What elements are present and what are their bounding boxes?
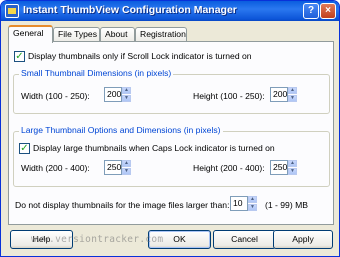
large-width-label: Width (200 - 400): (21, 163, 90, 173)
large-height-spinner[interactable]: 250 ▲ ▼ (270, 160, 297, 175)
max-size-spinner[interactable]: 10 ▲ ▼ (230, 196, 257, 211)
window-title: Instant ThumbView Configuration Manager (23, 4, 237, 16)
max-size-input[interactable]: 10 (230, 196, 248, 211)
small-width-down-arrow-icon[interactable]: ▼ (122, 95, 131, 102)
cancel-button[interactable]: Cancel (213, 230, 276, 249)
large-height-input[interactable]: 250 (270, 160, 288, 175)
small-height-down-arrow-icon[interactable]: ▼ (288, 95, 297, 102)
max-size-up-arrow-icon[interactable]: ▲ (248, 196, 257, 203)
general-panel: ✓ Display thumbnails only if Scroll Lock… (8, 41, 334, 225)
small-thumbnail-group-title: Small Thumbnail Dimensions (in pixels) (19, 68, 174, 78)
large-width-up-arrow-icon[interactable]: ▲ (122, 160, 131, 167)
config-window: Instant ThumbView Configuration Manager … (0, 0, 340, 257)
large-width-input[interactable]: 250 (104, 160, 122, 175)
caps-lock-checkbox[interactable]: ✓ (19, 143, 30, 154)
large-height-label: Height (200 - 400): (193, 163, 265, 173)
tab-file-types[interactable]: File Types (53, 27, 100, 42)
caps-lock-label[interactable]: Display large thumbnails when Caps Lock … (33, 143, 275, 153)
tab-about[interactable]: About (100, 27, 135, 42)
small-width-input[interactable]: 200 (104, 87, 122, 102)
small-height-input[interactable]: 200 (270, 87, 288, 102)
large-width-down-arrow-icon[interactable]: ▼ (122, 168, 131, 175)
max-size-range-label: (1 - 99) MB (265, 200, 308, 210)
small-height-label: Height (100 - 250): (193, 91, 265, 101)
scroll-lock-checkbox[interactable]: ✓ (14, 51, 25, 62)
tab-general[interactable]: General (8, 25, 53, 43)
large-thumbnail-group (13, 131, 330, 187)
large-height-up-arrow-icon[interactable]: ▲ (288, 160, 297, 167)
scroll-lock-label[interactable]: Display thumbnails only if Scroll Lock i… (28, 51, 252, 61)
small-width-spinner[interactable]: 200 ▲ ▼ (104, 87, 131, 102)
small-height-up-arrow-icon[interactable]: ▲ (288, 87, 297, 94)
small-width-up-arrow-icon[interactable]: ▲ (122, 87, 131, 94)
apply-button[interactable]: Apply (273, 230, 333, 249)
tab-registration[interactable]: Registration (135, 27, 187, 42)
max-size-down-arrow-icon[interactable]: ▼ (248, 204, 257, 211)
large-thumbnail-group-title: Large Thumbnail Options and Dimensions (… (19, 125, 223, 135)
app-icon (5, 4, 19, 18)
large-width-spinner[interactable]: 250 ▲ ▼ (104, 160, 131, 175)
title-bar[interactable]: Instant ThumbView Configuration Manager … (1, 1, 339, 21)
small-width-label: Width (100 - 250): (21, 91, 90, 101)
small-height-spinner[interactable]: 200 ▲ ▼ (270, 87, 297, 102)
large-height-down-arrow-icon[interactable]: ▼ (288, 168, 297, 175)
max-size-label: Do not display thumbnails for the image … (15, 200, 230, 210)
help-titlebar-button[interactable]: ? (303, 3, 319, 19)
watermark: www.versiontracker.com (31, 234, 164, 245)
close-button[interactable]: × (320, 3, 336, 19)
